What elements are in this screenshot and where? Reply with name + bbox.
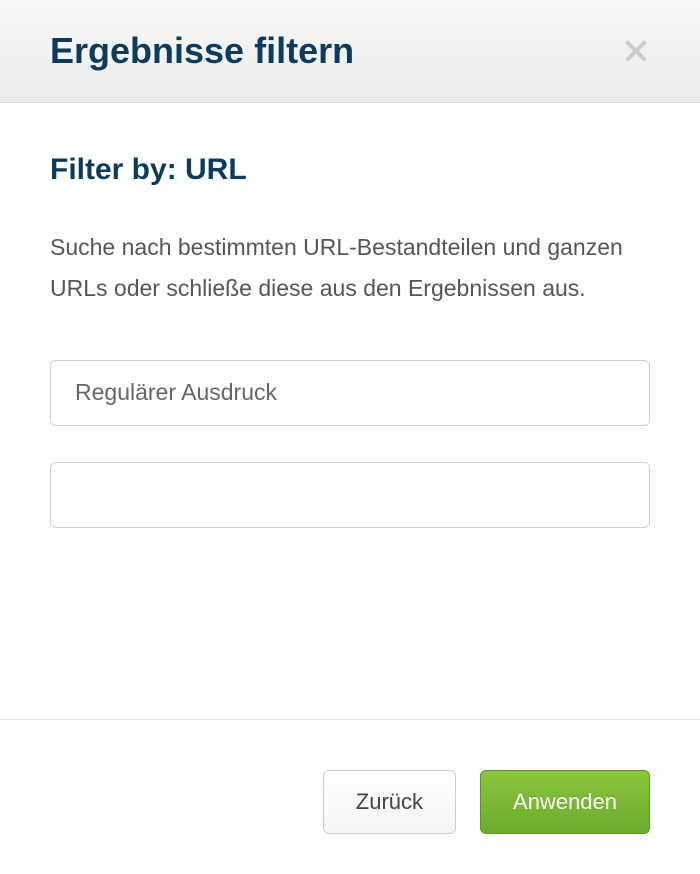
filter-description: Suche nach bestimmten URL-Bestandteilen … xyxy=(50,227,650,310)
modal-title: Ergebnisse filtern xyxy=(50,30,354,72)
section-title: Filter by: URL xyxy=(50,153,650,187)
url-input[interactable] xyxy=(50,462,650,528)
close-button[interactable] xyxy=(622,37,650,65)
apply-button[interactable]: Anwenden xyxy=(480,770,650,834)
regex-input[interactable] xyxy=(50,360,650,426)
back-button[interactable]: Zurück xyxy=(323,770,456,834)
modal-header: Ergebnisse filtern xyxy=(0,0,700,103)
modal-body: Filter by: URL Suche nach bestimmten URL… xyxy=(0,103,700,614)
modal-footer: Zurück Anwenden xyxy=(0,719,700,874)
close-icon xyxy=(622,37,650,65)
